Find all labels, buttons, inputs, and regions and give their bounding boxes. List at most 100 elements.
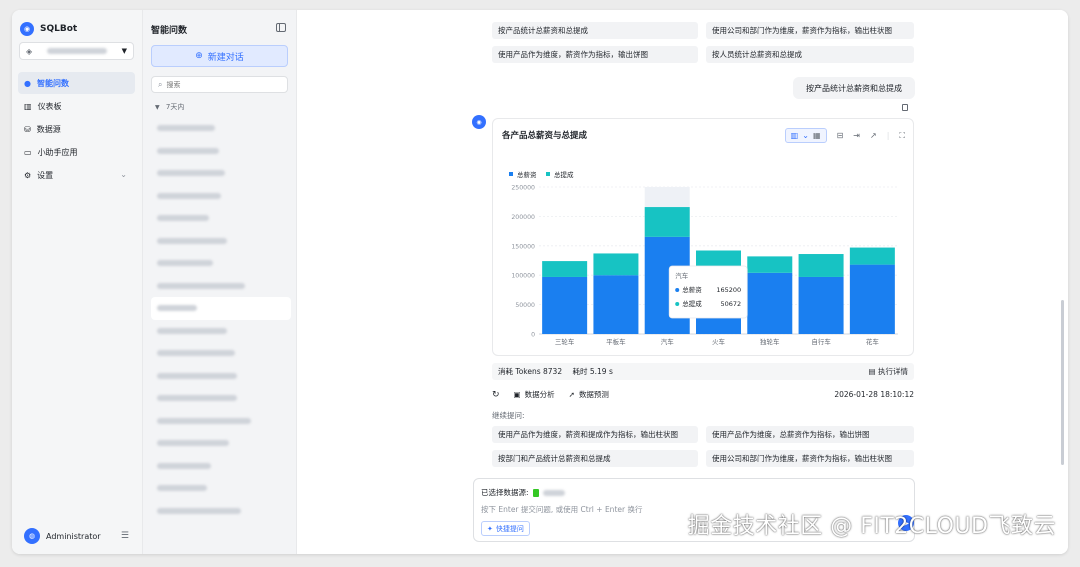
- tooltip-series-name: 总薪资: [682, 285, 702, 294]
- history-item[interactable]: [151, 342, 291, 365]
- quick-question-label: 快捷提问: [495, 524, 524, 533]
- bar-salary: [747, 272, 793, 334]
- sidebar-item-smart-query[interactable]: ● 智能问数: [18, 72, 135, 94]
- gear-icon: ⚙: [24, 170, 32, 180]
- chart-toolbar: ▥ ⌄ ▦ ⊟ ⇥ ↗ | ⛶: [784, 128, 905, 143]
- history-item-title: [157, 485, 207, 492]
- new-chat-button[interactable]: ⊕ 新建对话: [151, 45, 288, 67]
- panel-title: 智能问数: [151, 26, 188, 36]
- history-item-title: [157, 305, 197, 312]
- composer-placeholder[interactable]: 按下 Enter 提交问题, 或使用 Ctrl + Enter 换行: [481, 504, 642, 515]
- group-label-text: 7天内: [165, 103, 185, 111]
- data-analysis-button[interactable]: ▣ 数据分析: [514, 389, 555, 400]
- bar-commission: [593, 253, 639, 276]
- history-item[interactable]: [151, 365, 291, 388]
- suggestion-chip[interactable]: 使用公司和部门作为维度，薪资作为指标，输出柱状图: [706, 22, 914, 39]
- history-item[interactable]: [151, 320, 291, 343]
- history-item[interactable]: [151, 185, 291, 208]
- history-item[interactable]: [151, 455, 291, 478]
- legend-label: 总提成: [554, 170, 574, 179]
- history-item[interactable]: [151, 410, 291, 433]
- y-tick-label: 100000: [511, 273, 535, 280]
- chart-type-switch[interactable]: ▥ ⌄ ▦: [784, 128, 827, 143]
- chart-title: 各产品总薪资与总提成: [502, 131, 588, 141]
- execution-meta: 消耗 Tokens 8732 耗时 5.19 s ▤ 执行详情: [492, 363, 914, 380]
- user-profile[interactable]: ◍ Administrator ☰: [24, 528, 129, 544]
- data-predict-button[interactable]: ➚ 数据预测: [569, 389, 609, 400]
- history-item[interactable]: [151, 162, 291, 185]
- history-item-title: [157, 372, 237, 379]
- history-item[interactable]: [151, 140, 291, 163]
- chevron-down-icon: ⌄: [120, 170, 127, 179]
- history-item[interactable]: [151, 500, 291, 523]
- suggestion-chip[interactable]: 使用产品作为维度，薪资作为指标，输出饼图: [492, 46, 698, 63]
- follow-up-label: 继续提问:: [492, 411, 525, 420]
- divider: |: [886, 131, 890, 140]
- copy-icon[interactable]: [902, 104, 908, 111]
- sidebar-item-assistant-app[interactable]: ▭ 小助手应用: [18, 141, 135, 163]
- history-item[interactable]: [151, 297, 291, 320]
- history-item-title: [157, 192, 221, 199]
- chart-card: 各产品总薪资与总提成 ▥ ⌄ ▦ ⊟ ⇥ ↗ | ⛶ 总薪资 总提成 0 50000 1…: [492, 118, 914, 356]
- history-item-title: [157, 147, 219, 154]
- export-icon[interactable]: ⇥: [853, 131, 860, 140]
- sidebar-item-label: 智能问数: [36, 78, 69, 88]
- legend-swatch: [509, 172, 513, 176]
- history-item[interactable]: [151, 230, 291, 253]
- history-item[interactable]: [151, 207, 291, 230]
- search-input[interactable]: [166, 80, 277, 89]
- workspace-select[interactable]: ◈ ▼: [19, 42, 134, 60]
- history-item[interactable]: [151, 432, 291, 455]
- panel-collapse-icon[interactable]: [276, 23, 286, 32]
- follow-up-chip[interactable]: 使用产品作为维度，总薪资作为指标，输出饼图: [706, 426, 914, 443]
- history-item-title: [157, 260, 213, 267]
- add-to-dashboard-icon[interactable]: ⊟: [837, 131, 844, 140]
- chevron-down-icon: ⌄: [802, 131, 809, 140]
- history-item-title: [157, 282, 245, 289]
- selected-datasource-label: 已选择数据源:: [481, 488, 529, 497]
- history-item[interactable]: [151, 275, 291, 298]
- quick-question-button[interactable]: ✦ 快捷提问: [481, 521, 530, 536]
- sqlbot-logo-icon: ◉: [20, 22, 34, 36]
- legend-swatch: [546, 172, 550, 176]
- follow-up-chip[interactable]: 使用公司和部门作为维度，薪资作为指标，输出柱状图: [706, 450, 914, 467]
- message-actions: ↻ ▣ 数据分析 ➚ 数据预测 2026-01-28 18:10:12: [492, 389, 914, 400]
- scrollbar[interactable]: [1061, 300, 1064, 465]
- execution-detail-label: 执行详情: [878, 367, 908, 376]
- suggestion-chip[interactable]: 按产品统计总薪资和总提成: [492, 22, 698, 39]
- tooltip-dot: [675, 302, 680, 306]
- caret-down-icon: ▼: [121, 47, 127, 55]
- tooltip-series-name: 总提成: [682, 299, 702, 308]
- execution-detail-link[interactable]: ▤ 执行详情: [869, 366, 908, 377]
- fullscreen-icon[interactable]: ⛶: [899, 131, 905, 141]
- sidebar-item-settings[interactable]: ⚙ 设置 ⌄: [18, 164, 135, 186]
- workspace-icon: ◈: [26, 46, 33, 56]
- refresh-icon[interactable]: ↻: [492, 390, 500, 400]
- table-icon[interactable]: ▦: [813, 131, 821, 140]
- x-tick-label: 花车: [866, 337, 880, 346]
- history-item[interactable]: [151, 117, 291, 140]
- dashboard-icon: ▥: [24, 101, 32, 111]
- follow-up-chip[interactable]: 使用产品作为维度，薪资和提成作为指标，输出柱状图: [492, 426, 698, 443]
- sidebar-item-datasource[interactable]: ⛁ 数据源: [18, 118, 135, 140]
- suggestion-chip[interactable]: 按人员统计总薪资和总提成: [706, 46, 914, 63]
- bar-commission: [747, 256, 793, 273]
- history-search[interactable]: ⌕: [151, 76, 288, 93]
- y-tick-label: 150000: [511, 243, 535, 250]
- bar-commission: [644, 207, 690, 237]
- follow-up-chip[interactable]: 按部门和产品统计总薪资和总提成: [492, 450, 698, 467]
- bar-chart-icon[interactable]: ▥: [791, 131, 799, 140]
- menu-fold-icon[interactable]: ☰: [121, 531, 129, 541]
- x-tick-label: 三轮车: [555, 337, 575, 346]
- sidebar-item-dashboard[interactable]: ▥ 仪表板: [18, 95, 135, 117]
- history-item[interactable]: [151, 252, 291, 275]
- history-item[interactable]: [151, 387, 291, 410]
- share-icon[interactable]: ↗: [870, 131, 877, 140]
- history-item-title: [157, 507, 241, 514]
- history-item[interactable]: [151, 477, 291, 500]
- x-tick-label: 独轮车: [760, 337, 780, 346]
- tooltip-title: 汽车: [675, 271, 689, 280]
- history-item-title: [157, 327, 227, 334]
- datasource-name: [542, 489, 565, 496]
- new-chat-label: 新建对话: [207, 52, 244, 63]
